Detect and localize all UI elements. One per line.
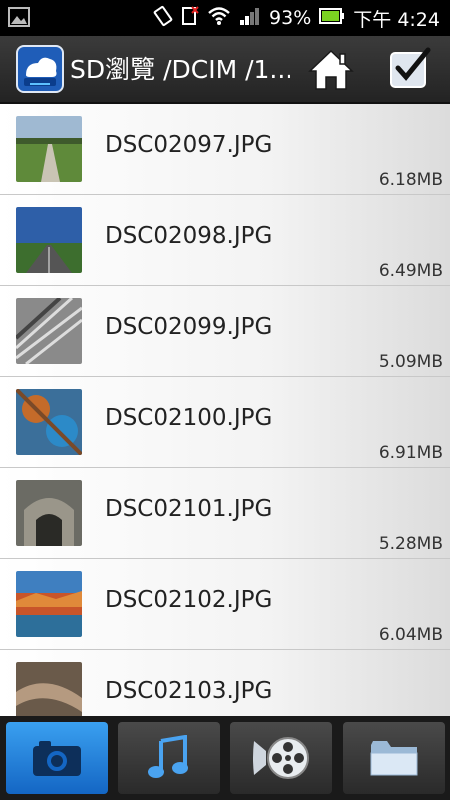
music-note-icon [148, 735, 188, 778]
photo-thumbnail [16, 662, 82, 716]
sim-warning-icon [181, 5, 199, 32]
tab-videos[interactable] [230, 722, 332, 794]
gallery-notification-icon [8, 7, 30, 31]
camera-icon [33, 741, 81, 776]
action-bar: SD瀏覽 /DCIM /1... [0, 36, 450, 104]
file-size: 6.91MB [378, 443, 443, 463]
photo-thumbnail [16, 571, 82, 637]
tab-photos[interactable] [6, 722, 108, 794]
checkbox-icon [390, 47, 431, 88]
folder-icon [370, 741, 418, 776]
film-reel-icon [253, 737, 309, 779]
file-name: DSC02100.JPG [105, 405, 273, 431]
battery-percent: 93% [269, 7, 312, 29]
list-item[interactable]: DSC02101.JPG 5.28MB [0, 468, 450, 559]
photo-thumbnail [16, 116, 82, 182]
file-size: 6.18MB [378, 170, 443, 190]
file-size: 6.04MB [378, 625, 443, 645]
home-icon [308, 49, 354, 90]
file-size: 5.28MB [378, 534, 443, 554]
photo-thumbnail [16, 298, 82, 364]
photo-thumbnail [16, 480, 82, 546]
home-button[interactable] [306, 45, 356, 95]
file-name: DSC02103.JPG [105, 678, 273, 704]
clock: 下午 4:24 [353, 8, 440, 31]
bottom-tab-bar [0, 716, 450, 800]
file-name: DSC02099.JPG [105, 314, 273, 340]
list-item[interactable]: DSC02102.JPG 6.04MB [0, 559, 450, 650]
file-name: DSC02098.JPG [105, 223, 273, 249]
app-logo[interactable] [16, 45, 64, 93]
tab-files[interactable] [343, 722, 445, 794]
page-title: SD瀏覽 /DCIM /1... [70, 55, 290, 84]
file-name: DSC02102.JPG [105, 587, 273, 613]
battery-icon [319, 7, 345, 29]
file-name: DSC02101.JPG [105, 496, 273, 522]
file-list[interactable]: DSC02097.JPG 6.18MB DSC02098.JPG 6.49MB … [0, 104, 450, 716]
list-item[interactable]: DSC02100.JPG 6.91MB [0, 377, 450, 468]
photo-thumbnail [16, 389, 82, 455]
tab-music[interactable] [118, 722, 220, 794]
list-item[interactable]: DSC02103.JPG [0, 650, 450, 716]
select-mode-button[interactable] [388, 46, 434, 92]
photo-thumbnail [16, 207, 82, 273]
status-bar: 93% 下午 4:24 [0, 0, 450, 36]
file-size: 6.49MB [378, 261, 443, 281]
list-item[interactable]: DSC02097.JPG 6.18MB [0, 104, 450, 195]
list-item[interactable]: DSC02099.JPG 5.09MB [0, 286, 450, 377]
wifi-icon [207, 6, 231, 31]
rotate-icon [153, 5, 173, 32]
file-name: DSC02097.JPG [105, 132, 273, 158]
list-item[interactable]: DSC02098.JPG 6.49MB [0, 195, 450, 286]
file-size: 5.09MB [378, 352, 443, 372]
signal-icon [239, 6, 261, 31]
